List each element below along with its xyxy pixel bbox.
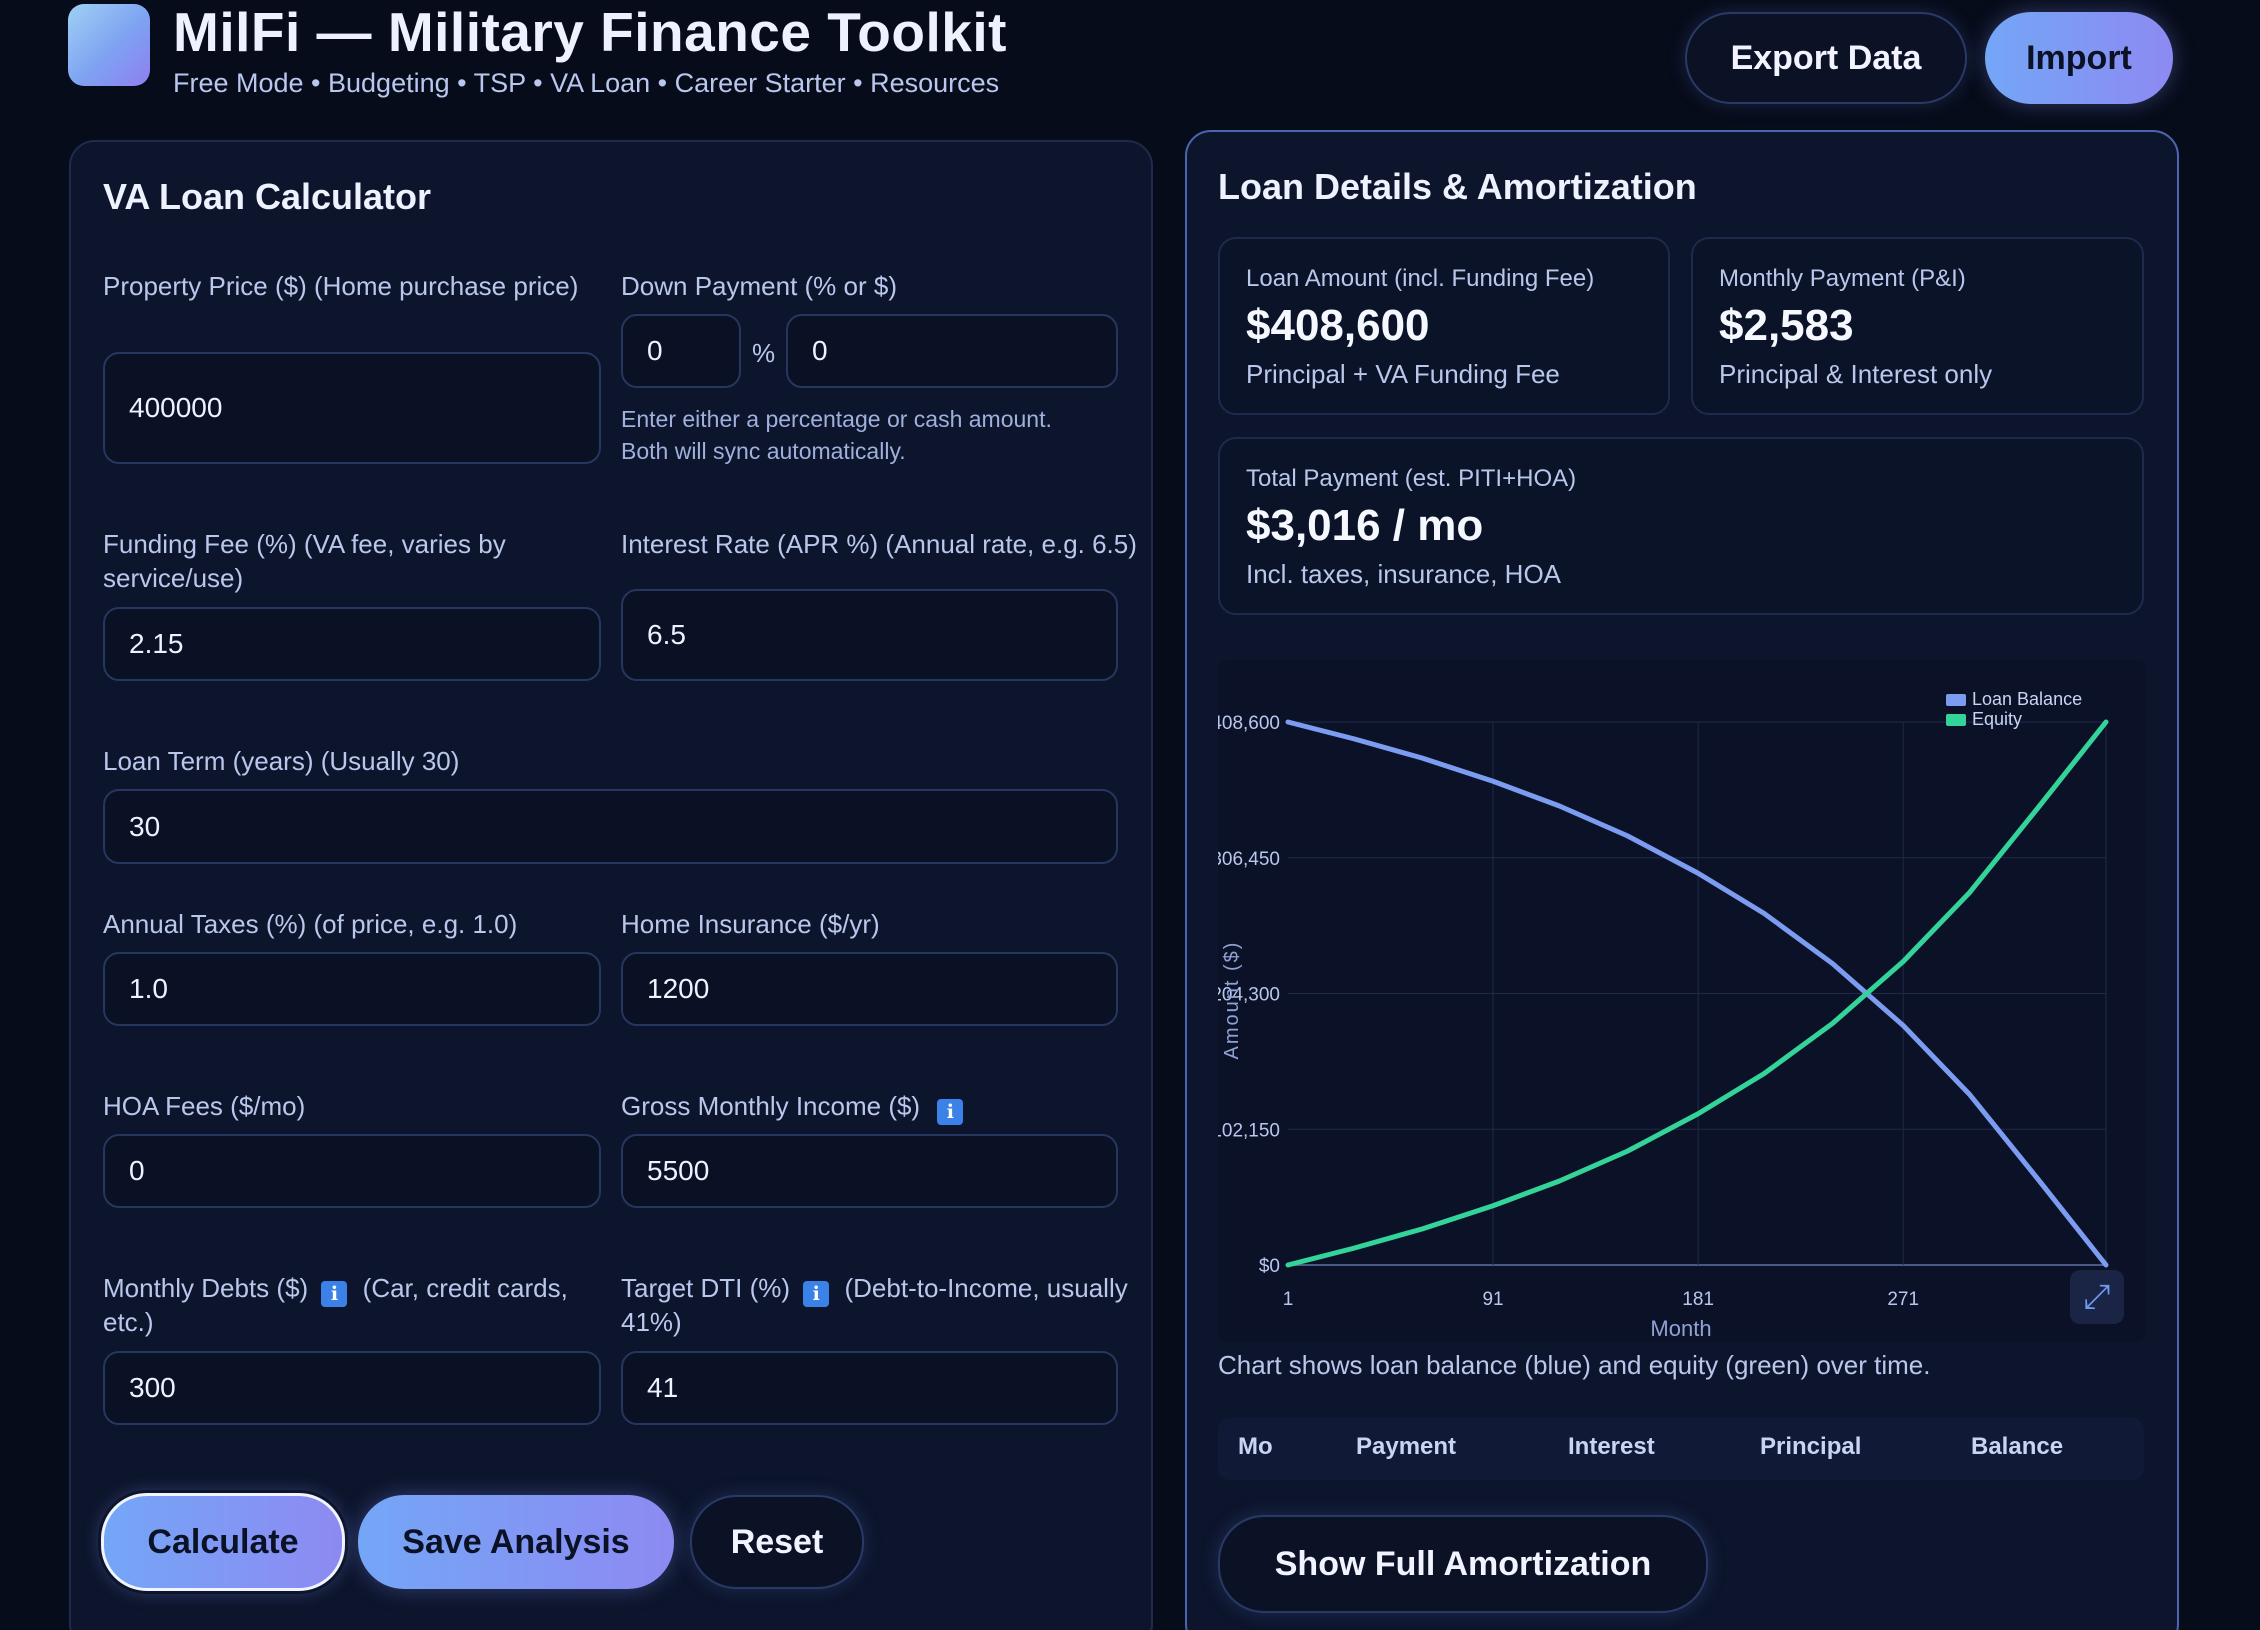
monthly-debts-label-row: Monthly Debts ($) i (Car, credit cards, [103, 1271, 568, 1307]
monthly-payment-card: Monthly Payment (P&I) $2,583 Principal &… [1691, 237, 2144, 415]
legend-swatch [1946, 714, 1966, 726]
target-dti-label: Target DTI (%) [621, 1273, 791, 1303]
property-price-label: Property Price ($) (Home purchase price) [103, 271, 579, 301]
chart-x-tick: 91 [1482, 1289, 1503, 1310]
app-page: MilFi — Military Finance Toolkit Free Mo… [0, 0, 2260, 1630]
show-full-amortization-button[interactable]: Show Full Amortization [1218, 1515, 1708, 1613]
monthly-payment-label: Monthly Payment (P&I) [1719, 265, 1966, 292]
chart-y-tick: $102,150 [1218, 1120, 1280, 1141]
chart-x-tick: 271 [1887, 1289, 1919, 1310]
loan-amount-label: Loan Amount (incl. Funding Fee) [1246, 265, 1595, 292]
funding-fee-input[interactable]: 2.15 [103, 607, 601, 681]
monthly-debts-label-2: etc.) [103, 1307, 154, 1337]
interest-rate-input[interactable]: 6.5 [621, 589, 1118, 681]
amortization-table-header: Mo Payment Interest Principal Balance [1218, 1418, 2144, 1480]
down-payment-percent-input[interactable]: 0 [621, 314, 741, 388]
loan-amount-sub: Principal + VA Funding Fee [1246, 359, 1560, 389]
target-dti-label-row: Target DTI (%) i (Debt-to-Income, usuall… [621, 1271, 1128, 1307]
legend-label: Loan Balance [1972, 689, 2082, 709]
info-icon[interactable]: i [937, 1099, 964, 1125]
export-data-button[interactable]: Export Data [1685, 12, 1967, 104]
interest-rate-label: Interest Rate (APR %) (Annual rate, e.g.… [621, 529, 1137, 559]
monthly-debts-label: Monthly Debts ($) [103, 1273, 309, 1303]
chart-canvas: $0$102,150$204,300$306,450$408,600 19118… [1218, 660, 2146, 1342]
chart-y-label: Amount ($) [1221, 941, 1243, 1060]
expand-icon: ⤢ [2083, 1277, 2111, 1316]
app-subtitle: Free Mode • Budgeting • TSP • VA Loan • … [173, 68, 1000, 98]
total-payment-card: Total Payment (est. PITI+HOA) $3,016 / m… [1218, 437, 2144, 615]
app-title: MilFi — Military Finance Toolkit [173, 1, 1007, 63]
total-payment-sub: Incl. taxes, insurance, HOA [1246, 559, 1562, 589]
col-principal: Principal [1760, 1433, 1862, 1460]
col-balance: Balance [1971, 1433, 2064, 1460]
target-dti-label-2: 41%) [621, 1307, 682, 1337]
down-payment-help-1: Enter either a percentage or cash amount… [621, 406, 1052, 432]
chart-y-tick: $408,600 [1218, 713, 1280, 734]
loan-amount-card: Loan Amount (incl. Funding Fee) $408,600… [1218, 237, 1670, 415]
reset-button[interactable]: Reset [690, 1495, 864, 1589]
chart-x-tick: 181 [1682, 1289, 1714, 1310]
loan-term-label: Loan Term (years) (Usually 30) [103, 746, 460, 776]
gross-income-label-row: Gross Monthly Income ($) i [621, 1089, 967, 1125]
gross-income-input[interactable]: 5500 [621, 1134, 1118, 1208]
col-payment: Payment [1356, 1433, 1457, 1460]
chart-background [1218, 660, 2146, 1342]
percent-symbol: % [752, 338, 776, 368]
property-price-input[interactable]: 400000 [103, 352, 601, 464]
monthly-payment-value: $2,583 [1719, 301, 1854, 350]
home-insurance-label: Home Insurance ($/yr) [621, 909, 880, 939]
monthly-debts-hint: (Car, credit cards, [362, 1273, 568, 1303]
calculator-title: VA Loan Calculator [103, 176, 432, 217]
funding-fee-label-2: service/use) [103, 563, 244, 593]
down-payment-cash-input[interactable]: 0 [786, 314, 1118, 388]
gross-income-label: Gross Monthly Income ($) [621, 1091, 921, 1121]
home-insurance-input[interactable]: 1200 [621, 952, 1118, 1026]
hoa-fees-label: HOA Fees ($/mo) [103, 1091, 306, 1121]
calculate-button[interactable]: Calculate [101, 1493, 345, 1591]
info-icon[interactable]: i [803, 1281, 830, 1307]
amortization-chart: $0$102,150$204,300$306,450$408,600 19118… [1218, 660, 2146, 1342]
legend-label: Equity [1972, 709, 2022, 729]
monthly-payment-sub: Principal & Interest only [1719, 359, 1993, 389]
target-dti-input[interactable]: 41 [621, 1351, 1118, 1425]
legend-swatch [1946, 694, 1966, 706]
down-payment-label: Down Payment (% or $) [621, 271, 897, 301]
chart-x-tick: 1 [1283, 1289, 1294, 1310]
annual-taxes-input[interactable]: 1.0 [103, 952, 601, 1026]
info-icon[interactable]: i [321, 1281, 348, 1307]
total-payment-value: $3,016 / mo [1246, 501, 1484, 550]
funding-fee-label-1: Funding Fee (%) (VA fee, varies by [103, 529, 506, 559]
chart-y-tick: $306,450 [1218, 849, 1280, 870]
hoa-fees-input[interactable]: 0 [103, 1134, 601, 1208]
total-payment-label: Total Payment (est. PITI+HOA) [1246, 465, 1577, 492]
col-month: Mo [1238, 1433, 1273, 1460]
down-payment-help-2: Both will sync automatically. [621, 438, 906, 464]
save-analysis-button[interactable]: Save Analysis [358, 1495, 674, 1589]
monthly-debts-input[interactable]: 300 [103, 1351, 601, 1425]
target-dti-hint: (Debt-to-Income, usually [844, 1273, 1128, 1303]
col-interest: Interest [1568, 1433, 1655, 1460]
chart-x-label: Month [1650, 1316, 1711, 1341]
chart-caption: Chart shows loan balance (blue) and equi… [1218, 1350, 1931, 1380]
loan-amount-value: $408,600 [1246, 301, 1430, 350]
annual-taxes-label: Annual Taxes (%) (of price, e.g. 1.0) [103, 909, 518, 939]
expand-chart-button[interactable]: ⤢ [2070, 1270, 2124, 1324]
loan-term-input[interactable]: 30 [103, 789, 1118, 864]
chart-y-tick: $0 [1259, 1256, 1280, 1277]
loan-details-title: Loan Details & Amortization [1218, 166, 1697, 207]
app-logo [68, 4, 150, 86]
import-button[interactable]: Import [1985, 12, 2173, 104]
